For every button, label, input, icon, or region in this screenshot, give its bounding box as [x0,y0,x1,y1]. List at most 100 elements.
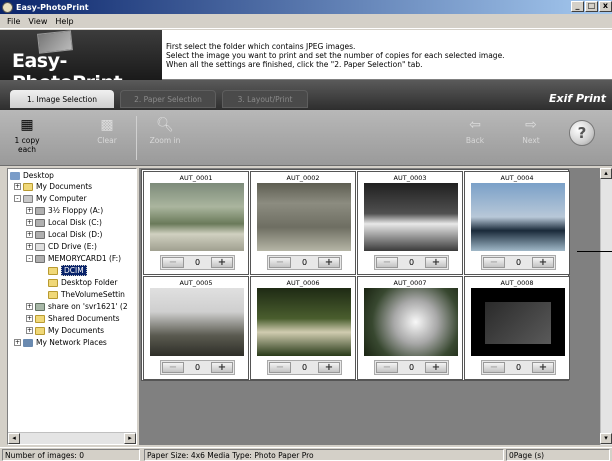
thumbnail-card[interactable]: AUT_0006 − 0 + [250,276,356,380]
increase-copies-button[interactable]: + [318,362,340,373]
thumbnail-photo[interactable] [150,183,244,251]
tab-image-selection[interactable]: 1. Image Selection [10,90,114,108]
collapse-icon[interactable]: - [26,255,33,262]
one-copy-each-button[interactable]: ▦ 1 copy each [4,116,50,162]
next-button[interactable]: ⇨ Next [508,116,554,162]
thumbnail-card[interactable]: AUT_0004 − 0 + [464,171,570,275]
minimize-button[interactable]: _ [571,1,584,12]
copies-stepper: − 0 + [374,360,449,375]
thumbnail-card[interactable]: AUT_0002 − 0 + [250,171,356,275]
decrease-copies-button[interactable]: − [162,362,184,373]
tree-item-my-computer[interactable]: - My Computer [14,193,87,204]
tree-item-dcim[interactable]: DCIM [48,265,87,276]
folder-tree[interactable]: Desktop + My Documents - My Computer + 3… [7,168,137,445]
increase-copies-button[interactable]: + [532,257,554,268]
scroll-down-icon[interactable]: ▾ [600,433,612,444]
tree-item-my-documents-2[interactable]: + My Documents [26,325,104,336]
copies-value: 0 [408,258,415,267]
status-page-count: 0Page (s) [506,449,610,461]
decrease-copies-button[interactable]: − [269,257,291,268]
thumbnail-vertical-scrollbar[interactable]: ▴ ▾ [600,168,612,445]
decrease-copies-button[interactable]: − [483,362,505,373]
thumbnail-photo[interactable] [257,288,351,356]
expand-icon[interactable]: + [14,339,21,346]
back-button[interactable]: ⇦ Back [452,116,498,162]
thumbnail-photo[interactable] [150,288,244,356]
thumbnail-card[interactable]: AUT_0005 − 0 + [143,276,249,380]
thumbnail-card[interactable]: AUT_0007 − 0 + [357,276,463,380]
zoom-in-button[interactable]: 🔍︎ Zoom in [142,116,188,162]
tab-layout-print[interactable]: 3. Layout/Print [222,90,308,108]
tree-item-network-places[interactable]: + My Network Places [14,337,107,348]
help-button[interactable]: ? [569,120,595,146]
tree-label-selected: DCIM [61,265,87,276]
tree-item-floppy[interactable]: + 3½ Floppy (A:) [26,205,103,216]
maximize-button[interactable]: □ [585,1,598,12]
increase-copies-button[interactable]: + [425,362,447,373]
tree-horizontal-scrollbar[interactable]: ◂ ▸ [8,432,136,444]
scroll-left-icon[interactable]: ◂ [8,433,20,444]
collapse-icon[interactable]: - [14,195,21,202]
menu-view[interactable]: View [24,17,51,26]
increase-copies-button[interactable]: + [425,257,447,268]
expand-icon[interactable]: + [26,243,33,250]
scroll-up-icon[interactable]: ▴ [600,168,612,179]
thumbnail-photo[interactable] [471,288,565,356]
thumbnail-card[interactable]: AUT_0001 − 0 + [143,171,249,275]
copies-value: 0 [194,258,201,267]
instruction-line: First select the folder which contains J… [166,42,356,51]
expand-icon[interactable]: + [26,303,33,310]
clear-grid-icon: ▩ [100,117,114,133]
increase-copies-button[interactable]: + [318,257,340,268]
decrease-copies-button[interactable]: − [162,257,184,268]
toolbar: ▦ 1 copy each ▩ Clear 🔍︎ Zoom in ⇦ Back … [0,110,612,166]
increase-copies-button[interactable]: + [211,257,233,268]
scroll-right-icon[interactable]: ▸ [124,433,136,444]
expand-icon[interactable]: + [26,315,33,322]
tree-item-my-documents[interactable]: + My Documents [14,181,92,192]
tree-item-memorycard[interactable]: - MEMORYCARD1 (F:) [26,253,121,264]
decrease-copies-button[interactable]: − [483,257,505,268]
network-drive-icon [35,302,45,311]
thumbnail-name: AUT_0007 [393,279,427,287]
decrease-copies-button[interactable]: − [376,257,398,268]
tree-item-shared-documents[interactable]: + Shared Documents [26,313,120,324]
thumbnail-photo[interactable] [364,288,458,356]
tree-item-cd-drive[interactable]: + CD Drive (E:) [26,241,97,252]
tree-item-local-disk-c[interactable]: + Local Disk (C:) [26,217,102,228]
increase-copies-button[interactable]: + [532,362,554,373]
tree-item-network-share[interactable]: + share on 'svr1621' (2 [26,301,128,312]
decrease-copies-button[interactable]: − [376,362,398,373]
tree-item-desktop-folder[interactable]: Desktop Folder [48,277,118,288]
tree-label: Local Disk (C:) [48,218,102,227]
thumbnail-photo[interactable] [257,183,351,251]
drive-icon [35,230,45,239]
thumbnail-photo[interactable] [364,183,458,251]
folder-icon [48,278,58,287]
expand-icon[interactable]: + [26,231,33,238]
tree-item-desktop[interactable]: Desktop [10,170,54,181]
tab-paper-selection[interactable]: 2. Paper Selection [120,90,216,108]
close-button[interactable]: x [599,1,612,12]
copies-value: 0 [301,363,308,372]
tree-item-volume-settings[interactable]: TheVolumeSettin [48,289,125,300]
decrease-copies-button[interactable]: − [269,362,291,373]
tree-label: Desktop Folder [61,278,118,287]
thumbnail-card[interactable]: AUT_0003 − 0 + [357,171,463,275]
cd-icon [35,242,45,251]
thumbnail-name: AUT_0003 [393,174,427,182]
clear-button[interactable]: ▩ Clear [84,116,130,162]
expand-icon[interactable]: + [26,327,33,334]
menu-help[interactable]: Help [51,17,77,26]
expand-icon[interactable]: + [26,219,33,226]
thumbnail-card[interactable]: AUT_0008 − 0 + [464,276,570,380]
expand-icon[interactable]: + [26,207,33,214]
instruction-line: When all the settings are finished, clic… [166,60,423,69]
menu-bar: File View Help [0,14,612,29]
increase-copies-button[interactable]: + [211,362,233,373]
next-label: Next [522,136,540,145]
menu-file[interactable]: File [3,17,24,26]
thumbnail-photo[interactable] [471,183,565,251]
tree-item-local-disk-d[interactable]: + Local Disk (D:) [26,229,102,240]
expand-icon[interactable]: + [14,183,21,190]
